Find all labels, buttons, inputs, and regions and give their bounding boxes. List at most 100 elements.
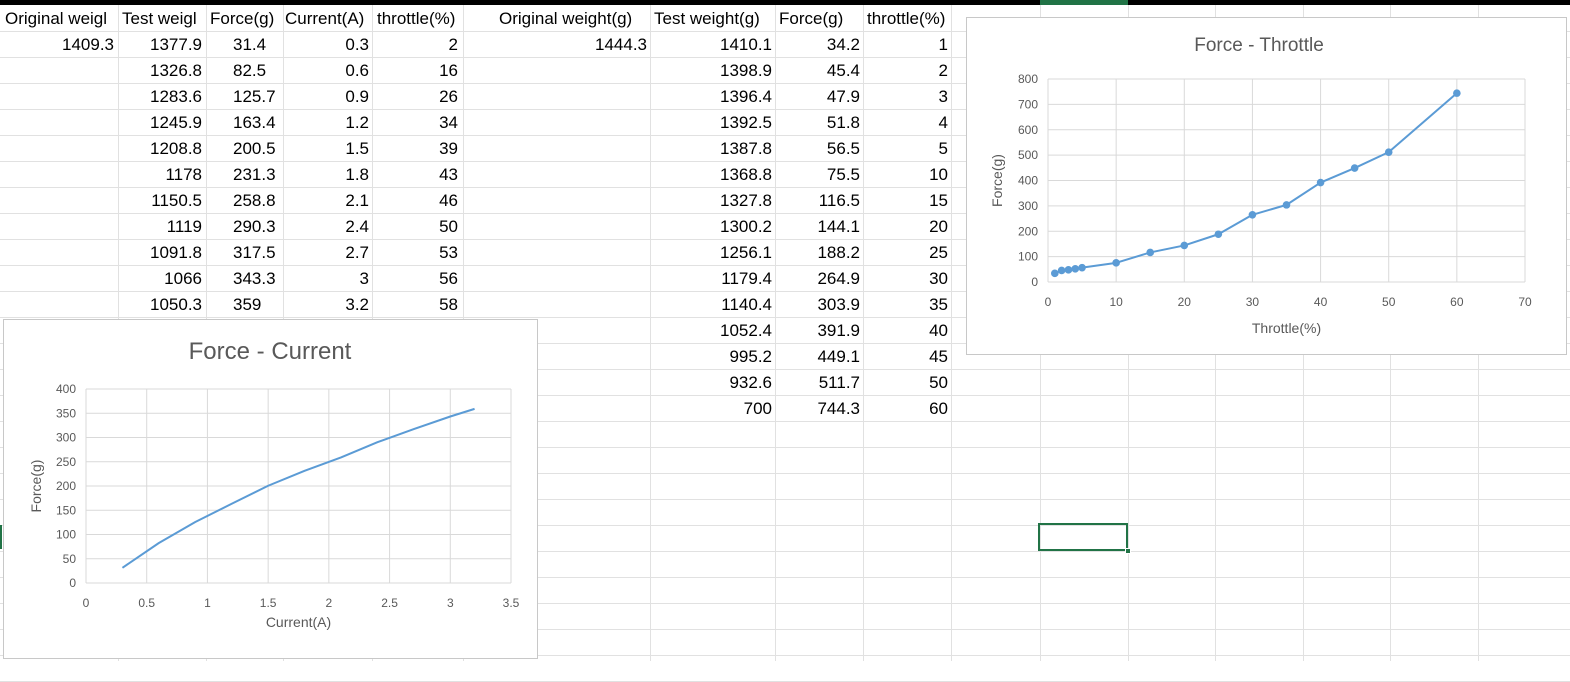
- table2-data-cell[interactable]: 1: [863, 33, 948, 57]
- table1-data-cell[interactable]: 3: [283, 267, 369, 291]
- table2-data-cell[interactable]: 744.3: [775, 397, 860, 421]
- table2-data-cell[interactable]: 50: [863, 371, 948, 395]
- table1-data-cell[interactable]: 1150.5: [118, 189, 202, 213]
- table2-data-cell[interactable]: 1300.2: [650, 215, 772, 239]
- table1-data-cell[interactable]: 26: [372, 85, 458, 109]
- table1-header-cell[interactable]: Force(g): [210, 7, 283, 31]
- table2-data-cell[interactable]: 40: [863, 319, 948, 343]
- table2-data-cell[interactable]: 30: [863, 267, 948, 291]
- table2-data-cell[interactable]: 75.5: [775, 163, 860, 187]
- chart-force-throttle[interactable]: 0 100 200 300 400 500 600 700 800 0 10 20 30 40 50 60 70…: [966, 17, 1567, 355]
- table1-data-cell[interactable]: 1.2: [283, 111, 369, 135]
- table1-data-cell[interactable]: 50: [372, 215, 458, 239]
- table2-data-cell[interactable]: 932.6: [650, 371, 772, 395]
- table2-data-cell[interactable]: 511.7: [775, 371, 860, 395]
- table2-data-cell[interactable]: 995.2: [650, 345, 772, 369]
- table2-data-cell[interactable]: 116.5: [775, 189, 860, 213]
- table2-data-cell[interactable]: 10: [863, 163, 948, 187]
- table1-data-cell[interactable]: 1050.3: [118, 293, 202, 317]
- table2-header-cell[interactable]: Force(g): [779, 7, 863, 31]
- table1-data-cell[interactable]: 1119: [118, 215, 202, 239]
- table1-data-cell[interactable]: 343.3: [233, 267, 280, 291]
- table2-data-cell[interactable]: 45: [863, 345, 948, 369]
- table2-data-cell[interactable]: 47.9: [775, 85, 860, 109]
- table2-data-cell[interactable]: 1392.5: [650, 111, 772, 135]
- table2-original-weight-cell[interactable]: 1444.3: [463, 33, 647, 57]
- table1-data-cell[interactable]: 1208.8: [118, 137, 202, 161]
- table1-data-cell[interactable]: 0.3: [283, 33, 369, 57]
- table1-header-cell[interactable]: Current(A): [285, 7, 372, 31]
- table2-data-cell[interactable]: 188.2: [775, 241, 860, 265]
- table1-data-cell[interactable]: 125.7: [233, 85, 280, 109]
- table2-data-cell[interactable]: 35: [863, 293, 948, 317]
- table1-data-cell[interactable]: 39: [372, 137, 458, 161]
- table2-data-cell[interactable]: 34.2: [775, 33, 860, 57]
- table1-data-cell[interactable]: 46: [372, 189, 458, 213]
- table2-header-cell[interactable]: throttle(%): [867, 7, 951, 31]
- table2-data-cell[interactable]: 56.5: [775, 137, 860, 161]
- fill-handle[interactable]: [1125, 548, 1131, 554]
- table2-data-cell[interactable]: 5: [863, 137, 948, 161]
- table2-data-cell[interactable]: 1256.1: [650, 241, 772, 265]
- table1-data-cell[interactable]: 1066: [118, 267, 202, 291]
- table1-data-cell[interactable]: 1.5: [283, 137, 369, 161]
- table2-data-cell[interactable]: 144.1: [775, 215, 860, 239]
- table2-data-cell[interactable]: 1387.8: [650, 137, 772, 161]
- table2-data-cell[interactable]: 1410.1: [650, 33, 772, 57]
- table2-data-cell[interactable]: 264.9: [775, 267, 860, 291]
- table2-data-cell[interactable]: 1052.4: [650, 319, 772, 343]
- table2-data-cell[interactable]: 1398.9: [650, 59, 772, 83]
- table1-data-cell[interactable]: 290.3: [233, 215, 280, 239]
- table1-data-cell[interactable]: 1178: [118, 163, 202, 187]
- table1-data-cell[interactable]: 359: [233, 293, 280, 317]
- table1-data-cell[interactable]: 2.4: [283, 215, 369, 239]
- table2-data-cell[interactable]: 1179.4: [650, 267, 772, 291]
- table1-data-cell[interactable]: 200.5: [233, 137, 280, 161]
- table2-header-cell[interactable]: Original weight(g): [499, 7, 649, 31]
- table1-data-cell[interactable]: 82.5: [233, 59, 280, 83]
- table2-data-cell[interactable]: 391.9: [775, 319, 860, 343]
- table1-data-cell[interactable]: 53: [372, 241, 458, 265]
- table1-data-cell[interactable]: 56: [372, 267, 458, 291]
- table1-header-cell[interactable]: Test weigl: [122, 7, 206, 31]
- table1-data-cell[interactable]: 258.8: [233, 189, 280, 213]
- table2-data-cell[interactable]: 1396.4: [650, 85, 772, 109]
- table1-data-cell[interactable]: 31.4: [233, 33, 280, 57]
- table2-data-cell[interactable]: 15: [863, 189, 948, 213]
- table2-data-cell[interactable]: 1140.4: [650, 293, 772, 317]
- table2-data-cell[interactable]: 20: [863, 215, 948, 239]
- table1-data-cell[interactable]: 1245.9: [118, 111, 202, 135]
- table1-data-cell[interactable]: 1091.8: [118, 241, 202, 265]
- table2-data-cell[interactable]: 25: [863, 241, 948, 265]
- table1-data-cell[interactable]: 43: [372, 163, 458, 187]
- table1-data-cell[interactable]: 163.4: [233, 111, 280, 135]
- table1-data-cell[interactable]: 2: [372, 33, 458, 57]
- table2-data-cell[interactable]: 60: [863, 397, 948, 421]
- table2-data-cell[interactable]: 3: [863, 85, 948, 109]
- table2-data-cell[interactable]: 303.9: [775, 293, 860, 317]
- table2-data-cell[interactable]: 700: [650, 397, 772, 421]
- table2-data-cell[interactable]: 45.4: [775, 59, 860, 83]
- table2-data-cell[interactable]: 1368.8: [650, 163, 772, 187]
- table1-data-cell[interactable]: 1.8: [283, 163, 369, 187]
- table1-data-cell[interactable]: 1326.8: [118, 59, 202, 83]
- active-cell-selection[interactable]: [1038, 523, 1128, 551]
- table2-data-cell[interactable]: 51.8: [775, 111, 860, 135]
- table1-data-cell[interactable]: 231.3: [233, 163, 280, 187]
- table1-header-cell[interactable]: Original weigl: [5, 7, 117, 31]
- table2-header-cell[interactable]: Test weight(g): [654, 7, 774, 31]
- table1-data-cell[interactable]: 3.2: [283, 293, 369, 317]
- table1-data-cell[interactable]: 2.7: [283, 241, 369, 265]
- table2-data-cell[interactable]: 4: [863, 111, 948, 135]
- table1-data-cell[interactable]: 0.9: [283, 85, 369, 109]
- table1-data-cell[interactable]: 58: [372, 293, 458, 317]
- table1-data-cell[interactable]: 1377.9: [118, 33, 202, 57]
- table2-data-cell[interactable]: 2: [863, 59, 948, 83]
- table1-header-cell[interactable]: throttle(%): [377, 7, 463, 31]
- table1-data-cell[interactable]: 317.5: [233, 241, 280, 265]
- table1-data-cell[interactable]: 34: [372, 111, 458, 135]
- chart-force-current[interactable]: 0 50 100 150 200 250 300 350 400 0 0.5 1 1.5 2 2.5 3 3.5…: [3, 319, 538, 659]
- table2-data-cell[interactable]: 1327.8: [650, 189, 772, 213]
- table1-data-cell[interactable]: 0.6: [283, 59, 369, 83]
- table1-data-cell[interactable]: 1283.6: [118, 85, 202, 109]
